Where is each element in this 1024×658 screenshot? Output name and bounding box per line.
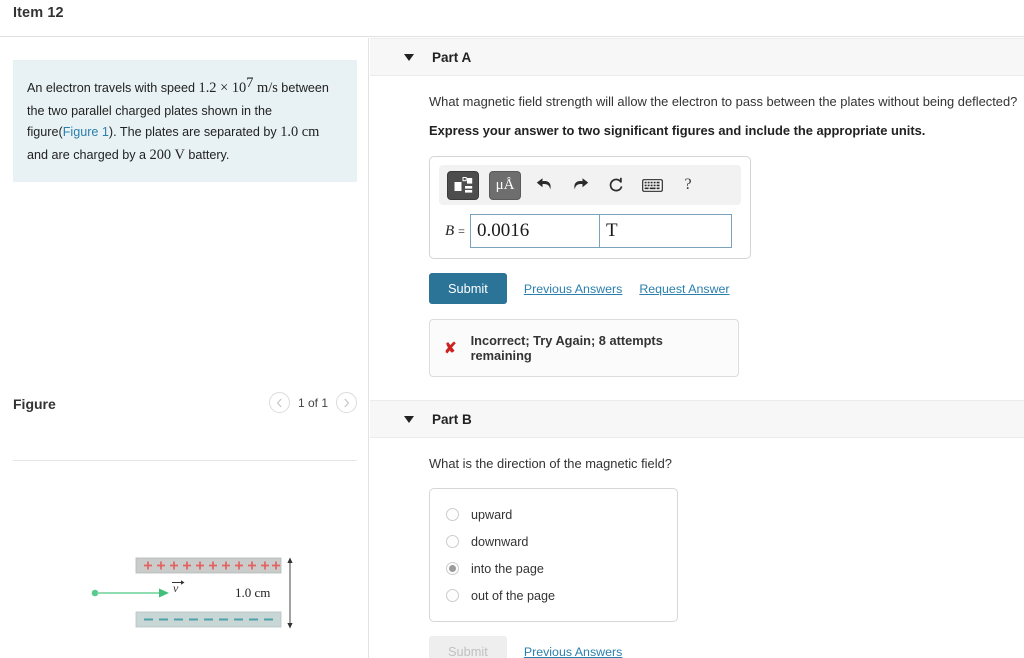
chevron-right-icon <box>344 398 350 407</box>
figure-1-link[interactable]: Figure 1 <box>63 125 109 139</box>
page-title: Item 12 <box>13 5 64 21</box>
figure-counter: 1 of 1 <box>297 395 328 410</box>
answer-value-text: 0.0016 <box>476 220 530 241</box>
part-b-header[interactable]: Part B <box>370 400 1024 438</box>
problem-text-1: An electron travels with speed <box>27 81 199 96</box>
figure-navigation: 1 of 1 <box>268 392 357 413</box>
part-b-choices: upward downward into the page out of the… <box>429 488 678 622</box>
math-template-icon <box>454 176 472 193</box>
keyboard-button[interactable] <box>639 171 665 200</box>
radio-out-of-the-page[interactable] <box>446 589 459 602</box>
part-a-answer-widget: μÅ ? B = 0.0016 T <box>429 156 751 259</box>
figure-label: Figure <box>13 396 56 412</box>
redo-button[interactable] <box>567 171 593 200</box>
redo-arrow-icon <box>573 177 588 189</box>
answer-input-row: B = 0.0016 T <box>439 214 741 248</box>
gap-label: 1.0 cm <box>235 585 270 600</box>
choice-upward[interactable]: upward <box>430 501 677 528</box>
part-b-question: What is the direction of the magnetic fi… <box>429 456 672 471</box>
part-a-title: Part A <box>432 49 472 65</box>
part-a-submit-button[interactable]: Submit <box>429 273 507 304</box>
x-mark-icon: ✘ <box>444 340 457 357</box>
part-b-title: Part B <box>432 411 472 427</box>
choice-label-into-the-page: into the page <box>471 561 544 576</box>
radio-upward[interactable] <box>446 508 459 521</box>
choice-label-downward: downward <box>471 534 529 549</box>
math-template-button[interactable] <box>447 170 479 200</box>
equals-sign: = <box>458 223 465 238</box>
velocity-label: v <box>173 581 179 595</box>
help-button[interactable]: ? <box>675 171 701 200</box>
reset-circle-icon <box>609 177 623 192</box>
problem-speed-units: m/s <box>253 80 278 97</box>
help-icon-label: ? <box>684 176 692 193</box>
part-b-previous-answers-link[interactable]: Previous Answers <box>524 645 622 658</box>
problem-text-4: and are charged by a <box>27 148 150 163</box>
part-a-feedback: ✘ Incorrect; Try Again; 8 attempts remai… <box>429 319 739 377</box>
answer-units-input[interactable]: T <box>598 214 732 248</box>
choice-into-the-page[interactable]: into the page <box>430 555 677 582</box>
right-panel: Part A What magnetic field strength will… <box>370 38 1024 658</box>
radio-downward[interactable] <box>446 535 459 548</box>
answer-value-input[interactable]: 0.0016 <box>469 214 600 248</box>
gap-dimension <box>287 557 293 629</box>
radio-selected-dot <box>449 565 456 572</box>
problem-statement: An electron travels with speed 1.2 × 107… <box>13 60 357 182</box>
part-b-actions: Submit Previous Answers <box>429 636 1024 658</box>
undo-button[interactable] <box>531 171 557 200</box>
part-a-header[interactable]: Part A <box>370 38 1024 76</box>
variable-label: B <box>445 222 455 239</box>
chevron-left-icon <box>276 398 282 407</box>
answer-units-text: T <box>605 220 618 241</box>
problem-voltage: 200 V <box>149 147 185 164</box>
figure-prev-button[interactable] <box>268 392 290 413</box>
figure-header: Figure 1 of 1 <box>13 392 357 432</box>
units-button[interactable]: μÅ <box>489 170 521 200</box>
choice-label-out-of-the-page: out of the page <box>471 588 556 603</box>
problem-text-5: battery. <box>184 148 230 163</box>
problem-speed-mantissa: 1.2 × 10 <box>198 80 247 97</box>
part-a-previous-answers-link[interactable]: Previous Answers <box>524 282 622 296</box>
choice-downward[interactable]: downward <box>430 528 677 555</box>
part-a-body: What magnetic field strength will allow … <box>370 94 1024 377</box>
figure-divider <box>13 460 357 461</box>
left-panel: An electron travels with speed 1.2 × 107… <box>0 38 369 658</box>
assignment-page: Item 12 An electron travels with speed 1… <box>0 0 1024 658</box>
radio-into-the-page[interactable] <box>446 562 459 575</box>
velocity-arrow <box>91 588 169 598</box>
reset-button[interactable] <box>603 171 629 200</box>
part-b-submit-button[interactable]: Submit <box>429 636 507 658</box>
undo-arrow-icon <box>536 177 551 189</box>
figure-next-button[interactable] <box>336 392 357 413</box>
figure-diagram: v 1.0 cm <box>13 470 357 658</box>
caret-down-icon[interactable] <box>404 415 414 423</box>
top-bar: Item 12 <box>0 0 1024 37</box>
velocity-vector-arrowhead <box>181 580 185 585</box>
choice-out-of-the-page[interactable]: out of the page <box>430 582 677 609</box>
part-a-feedback-text: Incorrect; Try Again; 8 attempts remaini… <box>470 333 663 363</box>
part-a-request-answer-link[interactable]: Request Answer <box>639 282 729 296</box>
choice-label-upward: upward <box>471 507 513 522</box>
units-icon-label: μÅ <box>495 176 515 193</box>
math-toolbar: μÅ ? <box>439 165 741 205</box>
part-a-instruction: Express your answer to two significant f… <box>429 123 926 138</box>
part-a-actions: Submit Previous Answers Request Answer <box>429 273 1024 304</box>
problem-separation: 1.0 cm <box>280 123 320 140</box>
part-b-body: What is the direction of the magnetic fi… <box>370 456 1024 658</box>
caret-down-icon[interactable] <box>404 53 414 61</box>
problem-text-3: ). The plates are separated by <box>108 124 281 139</box>
part-a-question: What magnetic field strength will allow … <box>429 94 1018 109</box>
keyboard-icon <box>641 178 663 192</box>
